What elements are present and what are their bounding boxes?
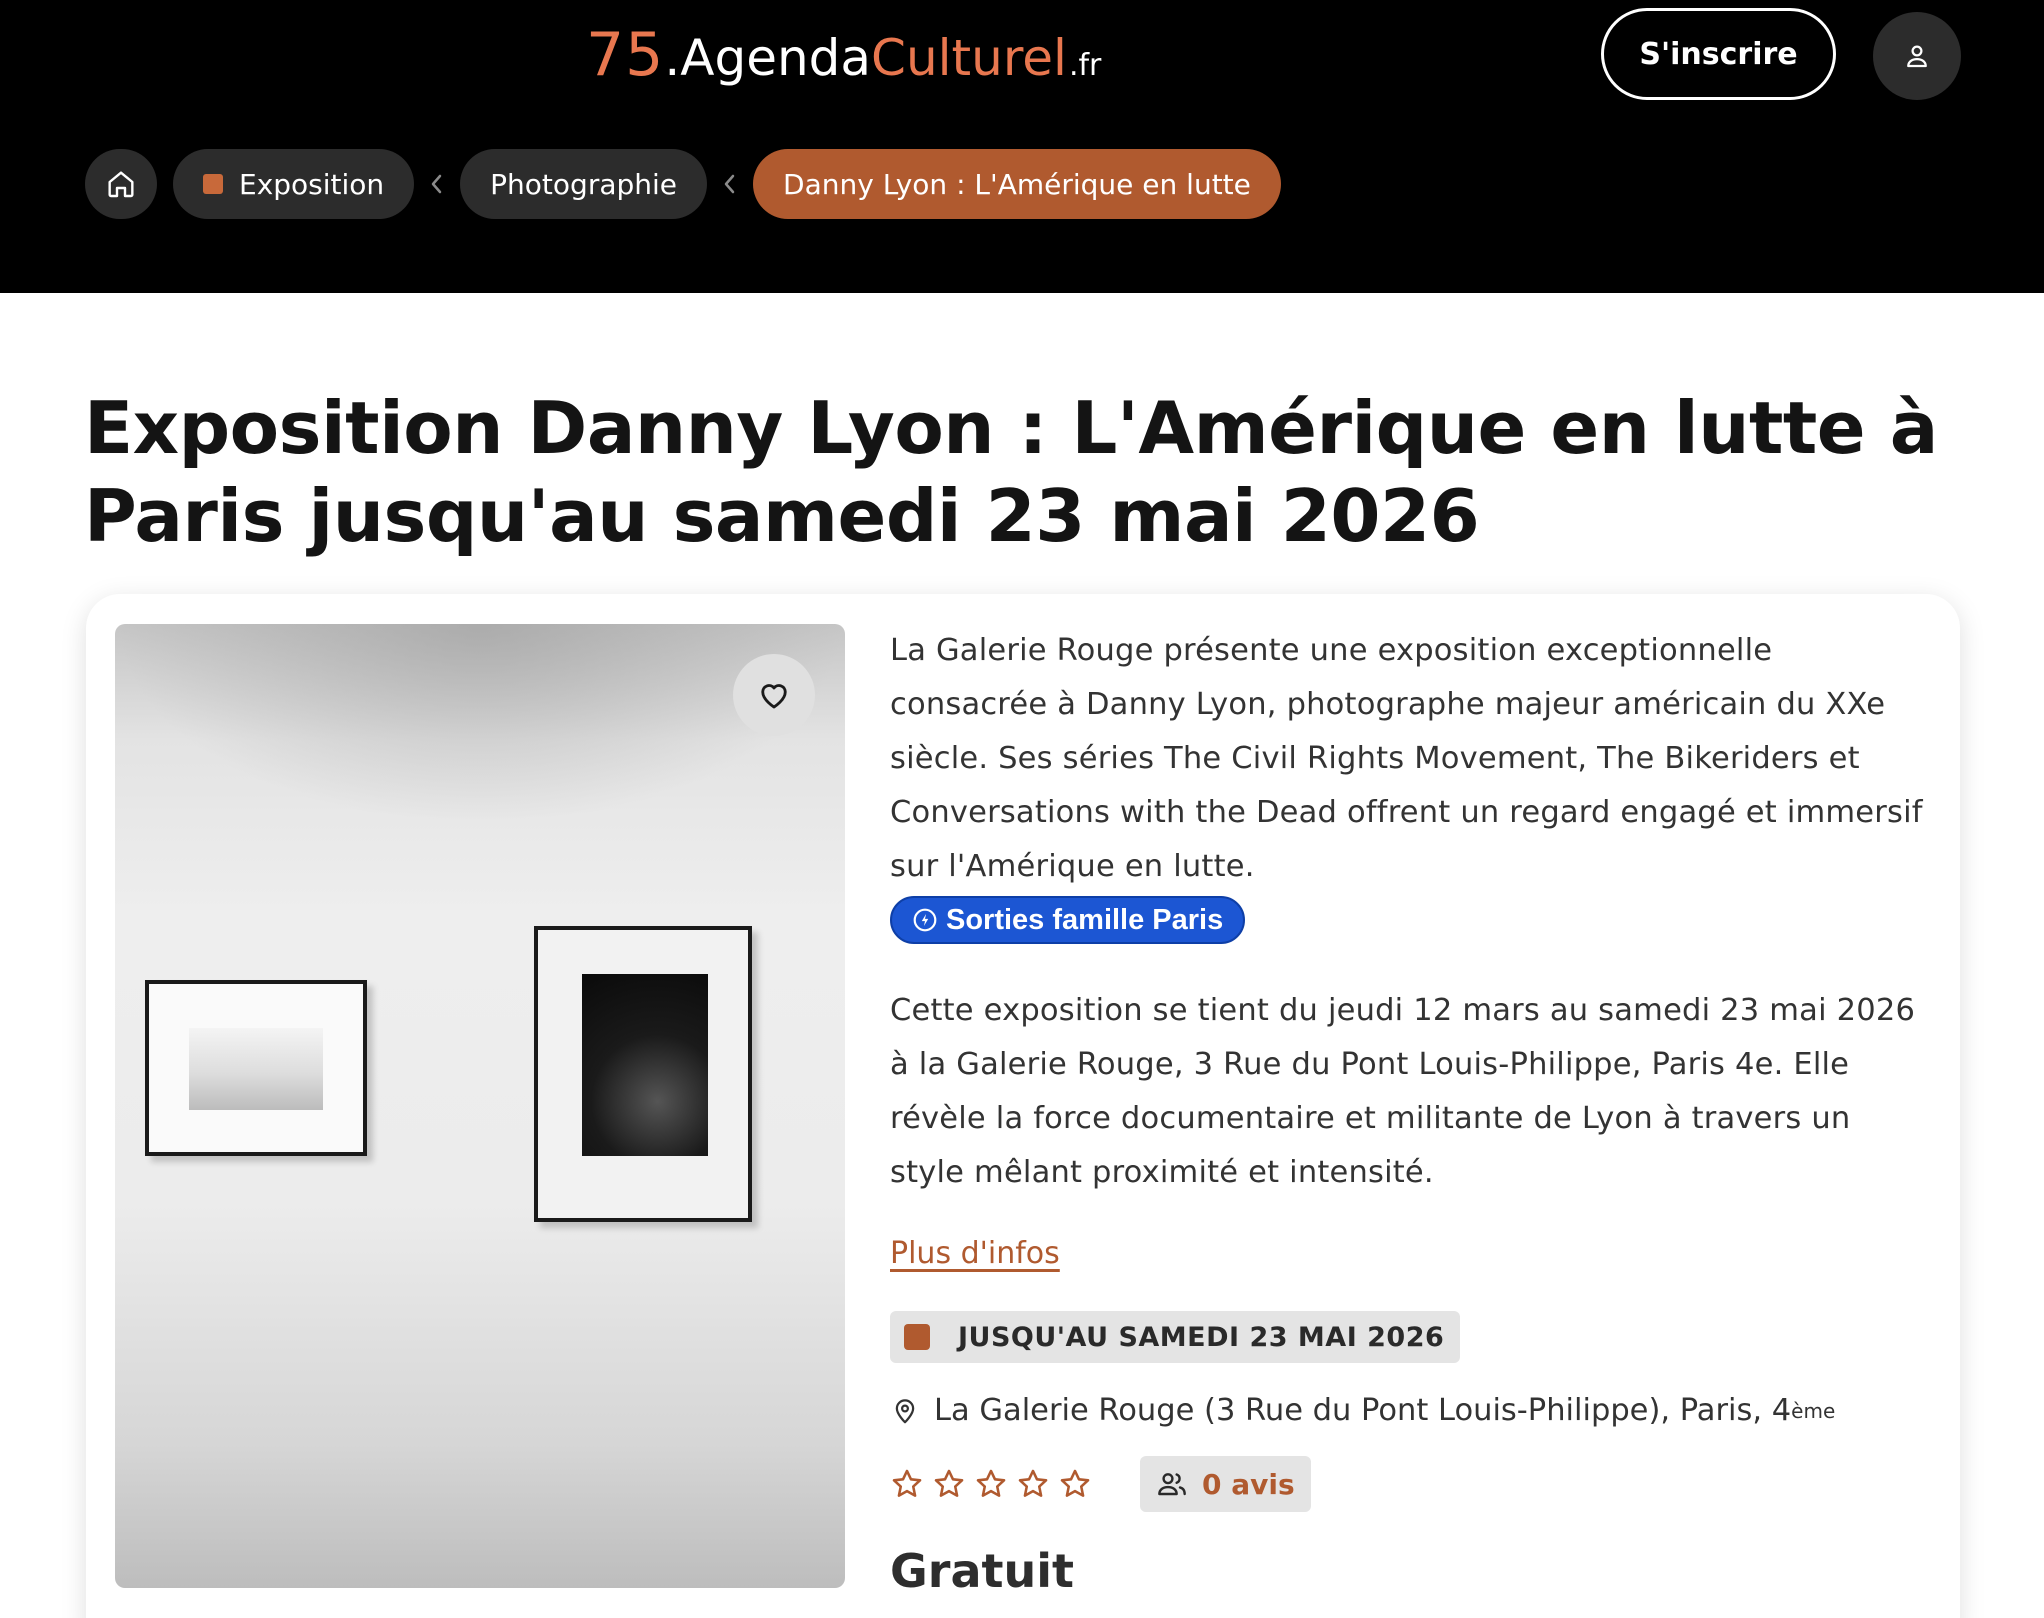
site-logo[interactable]: 75 . Agenda Culturel .fr xyxy=(586,20,1101,100)
favorite-button[interactable] xyxy=(733,654,815,736)
star-icon[interactable] xyxy=(1058,1467,1092,1501)
user-icon xyxy=(1907,45,1927,68)
star-rating[interactable] xyxy=(890,1467,1092,1501)
chevron-left-icon xyxy=(707,149,753,219)
logo-tld: .fr xyxy=(1068,48,1102,83)
location-suffix: ème xyxy=(1791,1398,1836,1423)
event-details: La Galerie Rouge présente une exposition… xyxy=(890,624,1930,1598)
star-icon[interactable] xyxy=(974,1467,1008,1501)
breadcrumb: Exposition Photographie Danny Lyon : L'A… xyxy=(85,149,1281,219)
logo-word-agenda: Agenda xyxy=(680,29,872,87)
category-color-square xyxy=(203,174,223,194)
reviews-badge[interactable]: 0 avis xyxy=(1140,1456,1311,1512)
signup-button[interactable]: S'inscrire xyxy=(1601,8,1836,100)
breadcrumb-label: Photographie xyxy=(490,167,678,201)
chevron-left-icon xyxy=(414,149,460,219)
breadcrumb-item-photographie[interactable]: Photographie xyxy=(460,149,708,219)
tag-sorties-famille[interactable]: Sorties famille Paris xyxy=(890,896,1246,944)
map-pin-icon xyxy=(895,1398,915,1423)
photo-frame-right xyxy=(534,926,752,1222)
users-icon xyxy=(1158,1473,1186,1496)
star-icon[interactable] xyxy=(1016,1467,1050,1501)
breadcrumb-item-exposition[interactable]: Exposition xyxy=(173,149,415,219)
page-title: Exposition Danny Lyon : L'Amérique en lu… xyxy=(84,386,1938,558)
user-account-button[interactable] xyxy=(1873,12,1961,100)
breadcrumb-label: Danny Lyon : L'Amérique en lutte xyxy=(783,167,1251,201)
logo-number: 75 xyxy=(586,20,665,90)
home-icon xyxy=(108,171,134,198)
event-description: La Galerie Rouge présente une exposition… xyxy=(890,633,1923,884)
more-info-link[interactable]: Plus d'infos xyxy=(890,1236,1060,1271)
breadcrumb-home[interactable] xyxy=(85,149,157,219)
rating-row: 0 avis xyxy=(890,1456,1930,1512)
site-header: 75 . Agenda Culturel .fr S'inscrire Expo… xyxy=(0,0,2044,293)
photo-frame-left xyxy=(145,980,367,1156)
event-photo xyxy=(115,624,845,1588)
date-badge-label: JUSQU'AU SAMEDI 23 MAI 2026 xyxy=(958,1321,1445,1353)
logo-word-culturel: Culturel xyxy=(871,29,1067,87)
star-icon[interactable] xyxy=(932,1467,966,1501)
heart-icon xyxy=(761,684,787,709)
date-badge: JUSQU'AU SAMEDI 23 MAI 2026 xyxy=(890,1311,1461,1363)
reviews-count: 0 avis xyxy=(1202,1467,1295,1501)
tag-label: Sorties famille Paris xyxy=(946,903,1224,936)
star-icon[interactable] xyxy=(890,1467,924,1501)
location-text: La Galerie Rouge (3 Rue du Pont Louis-Ph… xyxy=(934,1393,1792,1428)
category-color-square xyxy=(904,1324,930,1350)
breadcrumb-label: Exposition xyxy=(239,167,385,201)
event-location[interactable]: La Galerie Rouge (3 Rue du Pont Louis-Ph… xyxy=(890,1393,1930,1428)
event-details-text: Cette exposition se tient du jeudi 12 ma… xyxy=(890,993,1916,1190)
breadcrumb-item-current[interactable]: Danny Lyon : L'Amérique en lutte xyxy=(753,149,1281,219)
bolt-icon xyxy=(913,908,937,932)
logo-dot: . xyxy=(664,29,681,87)
event-price: Gratuit xyxy=(890,1544,1074,1598)
